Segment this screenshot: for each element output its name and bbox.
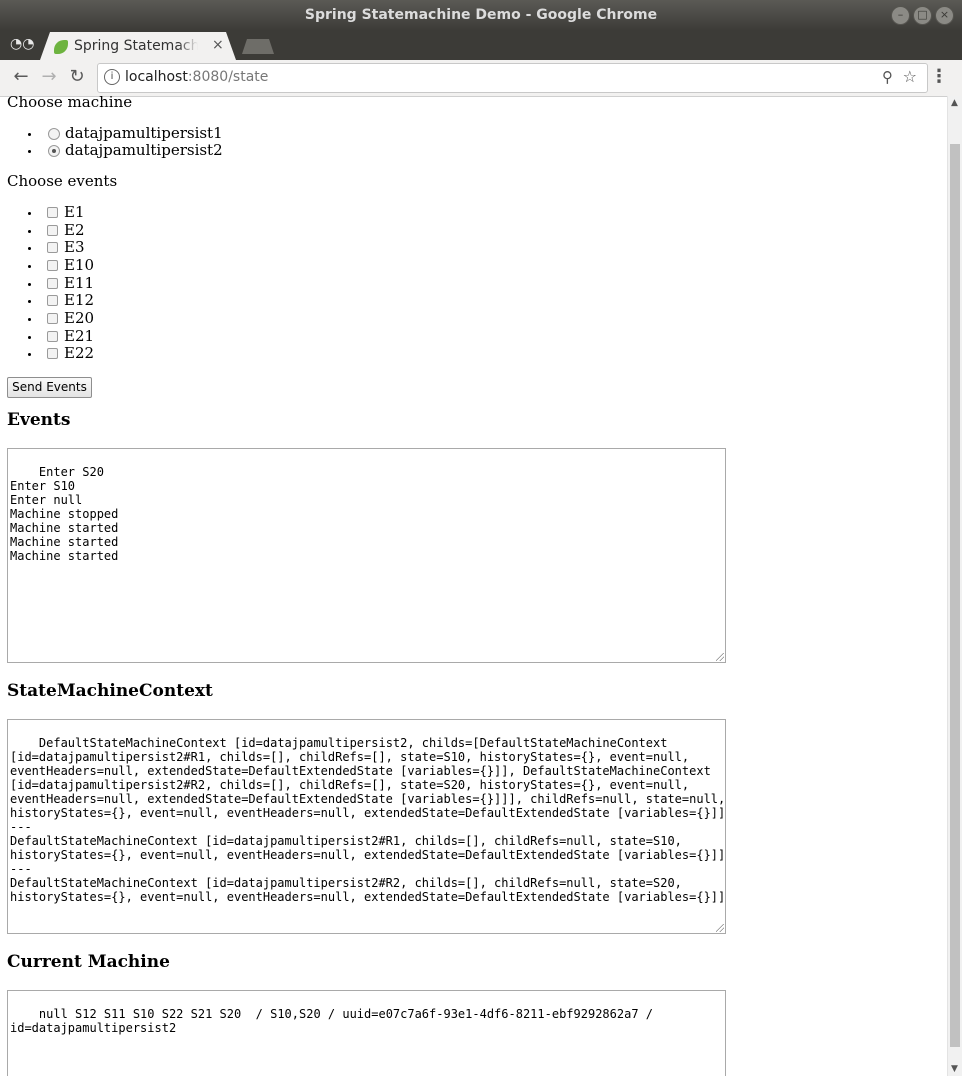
context-textarea[interactable]: DefaultStateMachineContext [id=datajpamu… (7, 719, 726, 934)
tab-close-icon[interactable]: × (212, 37, 224, 53)
window-title: Spring Statemachine Demo - Google Chrome (304, 7, 658, 23)
zoom-icon[interactable]: ⚲ (882, 68, 893, 86)
spring-leaf-icon (54, 40, 68, 54)
event-checkbox[interactable] (47, 295, 58, 306)
resize-grip-icon[interactable] (716, 924, 724, 932)
list-bullet (28, 247, 31, 250)
events-log-text: Enter S20 Enter S10 Enter null Machine s… (10, 465, 119, 563)
machine-option-label: datajpamultipersist2 (65, 141, 223, 159)
back-arrow-icon[interactable]: ← (9, 65, 33, 89)
url-host: localhost (125, 69, 188, 85)
event-checkbox[interactable] (47, 242, 58, 253)
list-bullet (28, 265, 31, 268)
bookmark-star-icon[interactable]: ☆ (903, 67, 917, 86)
machine-radio-1[interactable] (48, 128, 60, 140)
url-path: :8080/state (187, 69, 269, 85)
incognito-icon: ◔◔ (10, 36, 35, 52)
list-bullet (28, 283, 31, 286)
choose-events-label: Choose events (7, 172, 118, 190)
context-text: DefaultStateMachineContext [id=datajpamu… (10, 736, 726, 904)
maximize-button[interactable]: □ (913, 6, 932, 25)
reload-icon[interactable]: ↻ (65, 65, 89, 89)
list-bullet (28, 133, 31, 136)
machine-option-label: datajpamultipersist1 (65, 124, 223, 142)
event-label: E12 (64, 291, 95, 309)
event-label: E10 (64, 256, 95, 274)
event-label: E11 (64, 274, 95, 292)
minimize-button[interactable]: – (891, 6, 910, 25)
window-controls: – □ × (891, 6, 954, 25)
event-label: E3 (64, 238, 85, 256)
list-bullet (28, 318, 31, 321)
tab-title: Spring Statemachine Demo (74, 38, 198, 54)
send-events-button[interactable]: Send Events (7, 377, 92, 398)
resize-grip-icon[interactable] (716, 653, 724, 661)
list-bullet (28, 300, 31, 303)
event-label: E2 (64, 221, 85, 239)
choose-machine-label: Choose machine (7, 96, 133, 111)
new-tab-button[interactable] (242, 39, 274, 54)
info-icon[interactable]: i (104, 69, 120, 85)
kebab-menu-icon[interactable]: ⋮ (930, 66, 948, 87)
url-text[interactable]: localhost:8080/state (125, 69, 268, 85)
address-bar[interactable]: i localhost:8080/state ⚲ ☆ (97, 63, 928, 93)
list-bullet (28, 150, 31, 153)
event-checkbox[interactable] (47, 278, 58, 289)
scroll-down-icon[interactable]: ▼ (951, 1064, 958, 1074)
events-heading: Events (7, 410, 71, 430)
tab-strip: ◔◔ Spring Statemachine Demo × (0, 30, 962, 60)
browser-toolbar: ← → ↻ i localhost:8080/state ⚲ ☆ ⋮ (0, 60, 962, 97)
current-machine-heading: Current Machine (7, 952, 170, 972)
current-machine-text: null S12 S11 S10 S22 S21 S20 / S10,S20 /… (10, 1007, 653, 1035)
event-label: E1 (64, 203, 85, 221)
list-bullet (28, 230, 31, 233)
event-label: E22 (64, 344, 95, 362)
forward-arrow-icon[interactable]: → (37, 65, 61, 89)
machine-radio-2[interactable] (48, 145, 60, 157)
events-log-textarea[interactable]: Enter S20 Enter S10 Enter null Machine s… (7, 448, 726, 663)
context-heading: StateMachineContext (7, 681, 213, 701)
event-checkbox[interactable] (47, 225, 58, 236)
event-checkbox[interactable] (47, 331, 58, 342)
list-bullet (28, 353, 31, 356)
list-bullet (28, 336, 31, 339)
scrollbar-thumb[interactable] (950, 144, 960, 1047)
event-checkbox[interactable] (47, 313, 58, 324)
page-viewport: Choose machine datajpamultipersist1 data… (0, 96, 947, 1076)
scroll-up-icon[interactable]: ▲ (951, 98, 958, 108)
event-checkbox[interactable] (47, 260, 58, 271)
window-titlebar: Spring Statemachine Demo - Google Chrome… (0, 0, 962, 30)
browser-tab[interactable]: Spring Statemachine Demo × (40, 32, 236, 60)
event-checkbox[interactable] (47, 348, 58, 359)
list-bullet (28, 212, 31, 215)
current-machine-textarea[interactable]: null S12 S11 S10 S22 S21 S20 / S10,S20 /… (7, 990, 726, 1076)
event-checkbox[interactable] (47, 207, 58, 218)
event-label: E20 (64, 309, 95, 327)
close-window-button[interactable]: × (935, 6, 954, 25)
vertical-scrollbar[interactable]: ▲ ▼ (947, 96, 962, 1076)
event-label: E21 (64, 327, 95, 345)
